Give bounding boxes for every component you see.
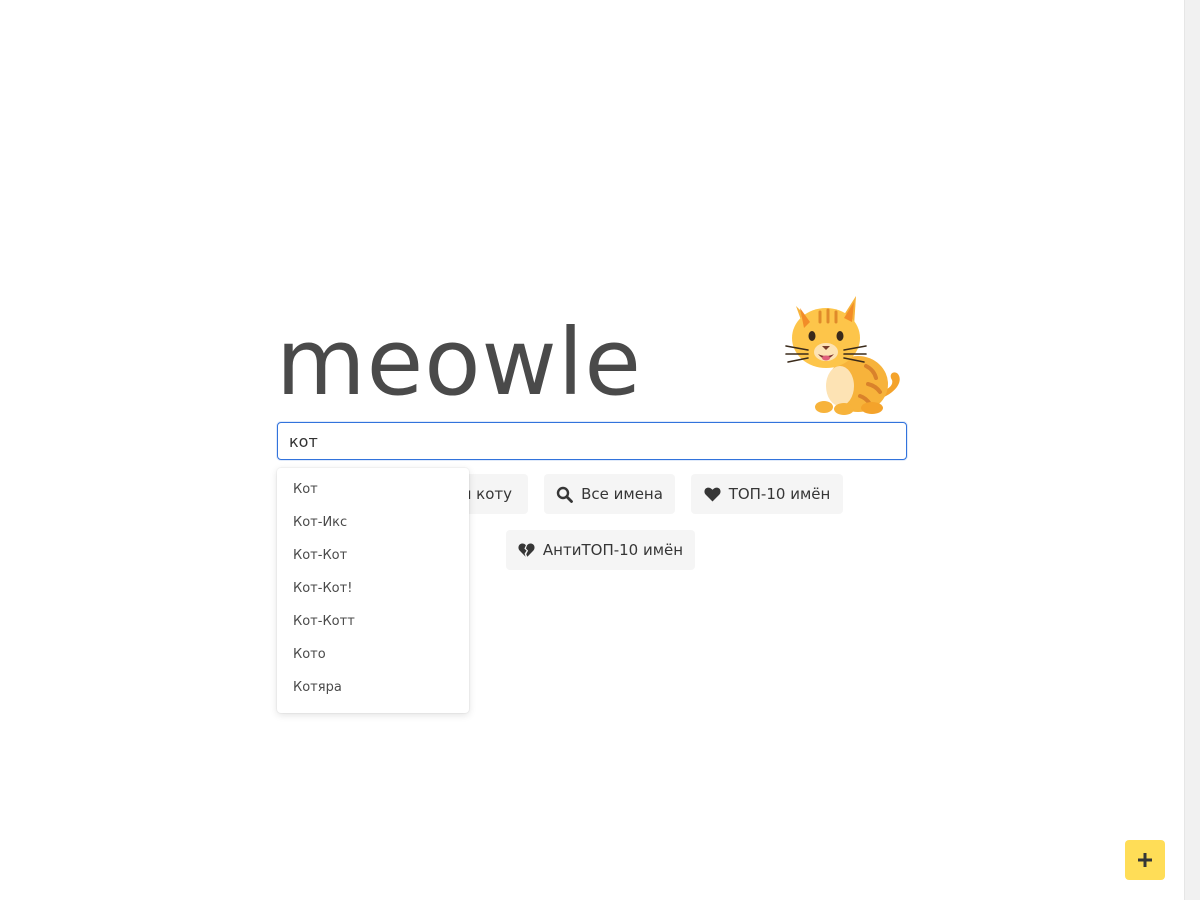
all-names-button-label: Все имена <box>581 485 663 503</box>
top10-button-label: ТОП-10 имён <box>728 485 831 503</box>
antitop10-button[interactable]: АнтиТОП-10 имён <box>506 530 695 570</box>
suggestions-dropdown: Кот Кот-Икс Кот-Кот Кот-Кот! Кот-Котт Ко… <box>277 468 469 713</box>
heart-icon <box>704 485 721 503</box>
suggestion-item[interactable]: Кот-Котт <box>277 605 469 638</box>
search-icon <box>556 485 573 503</box>
logo-text: meowle <box>276 309 642 416</box>
cat-emoji-icon <box>785 296 900 415</box>
top10-button[interactable]: ТОП-10 имён <box>691 474 843 514</box>
suggestion-item[interactable]: Кот-Кот! <box>277 572 469 605</box>
suggestion-item[interactable]: Кот-Кот <box>277 539 469 572</box>
suggestion-item[interactable]: Котяра <box>277 671 469 704</box>
search-field[interactable] <box>277 422 907 460</box>
page: meowle я коту <box>0 0 1200 900</box>
broken-heart-icon <box>518 541 535 559</box>
suggestion-item[interactable]: Кото <box>277 638 469 671</box>
plus-icon <box>1138 853 1152 867</box>
suggestion-item[interactable]: Кот-Икс <box>277 506 469 539</box>
antitop10-button-label: АнтиТОП-10 имён <box>542 541 684 559</box>
suggestion-item[interactable]: Кот <box>277 473 469 506</box>
find-cat-button-label: я коту <box>462 485 512 503</box>
search-input[interactable] <box>278 423 906 459</box>
add-name-button[interactable] <box>1125 840 1165 880</box>
all-names-button[interactable]: Все имена <box>544 474 675 514</box>
vertical-scrollbar[interactable] <box>1184 0 1200 900</box>
